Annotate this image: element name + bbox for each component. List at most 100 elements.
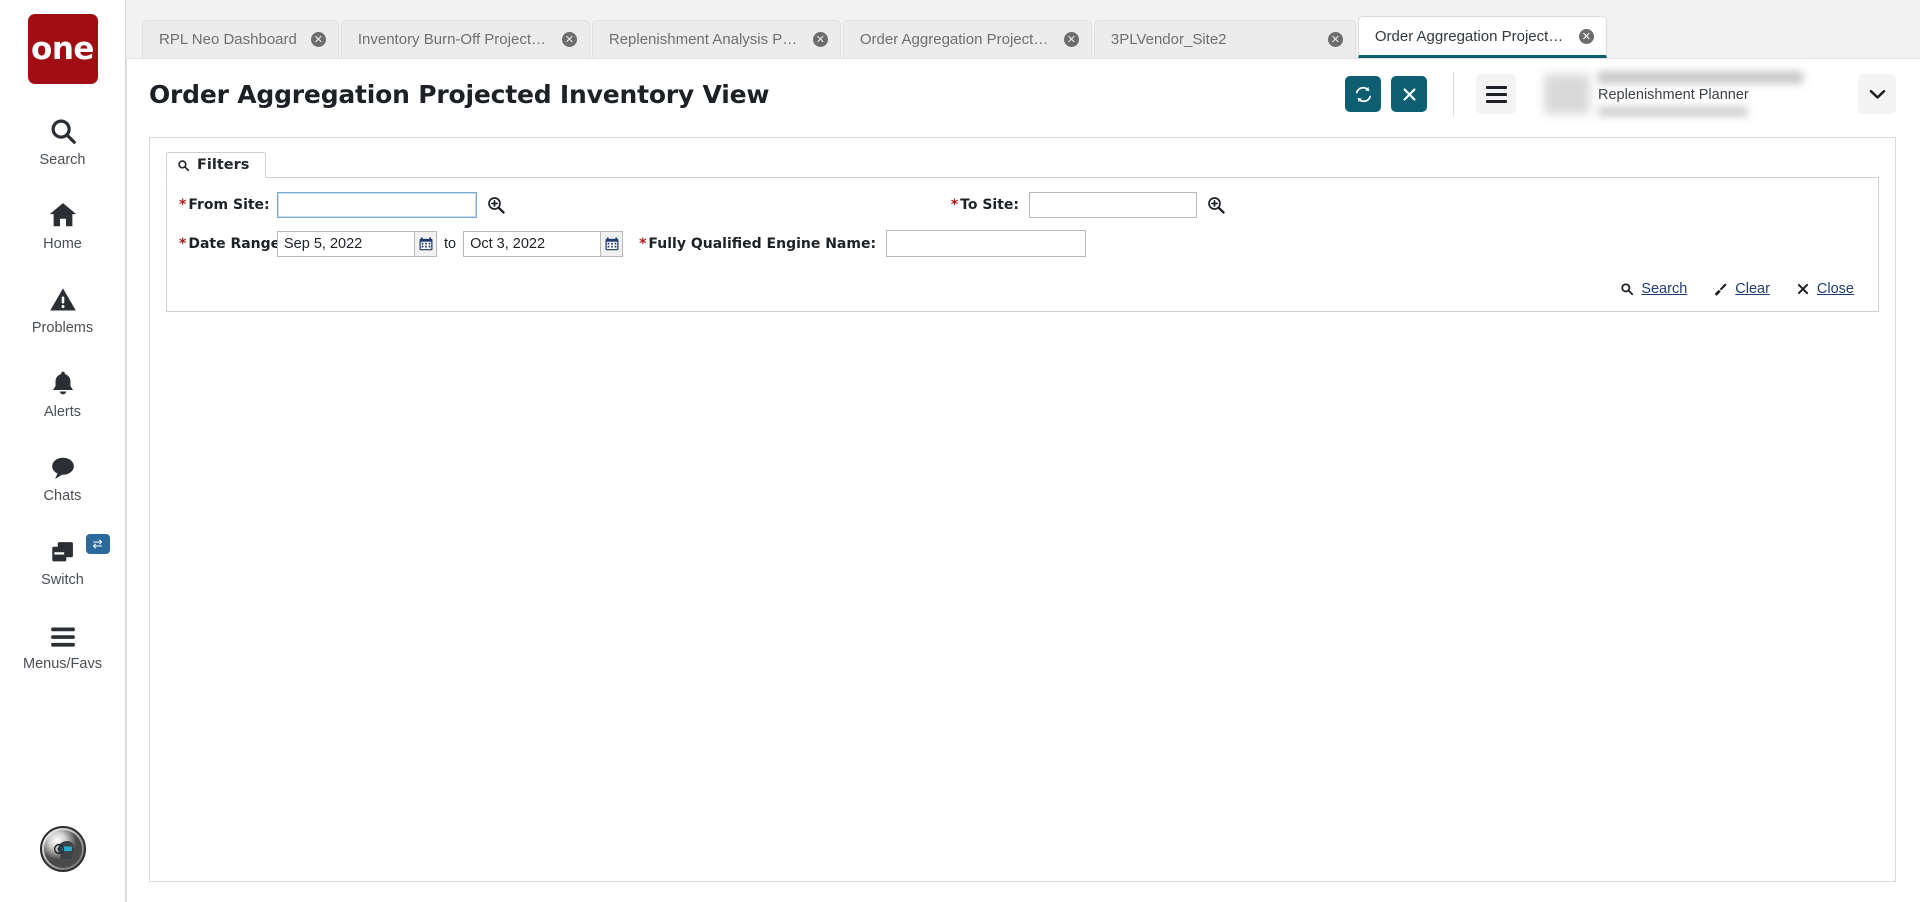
date-range-from-calendar-icon[interactable] xyxy=(414,230,437,257)
clear-brush-icon xyxy=(1713,282,1728,297)
tab-label: Inventory Burn-Off Projected Inv... xyxy=(357,31,548,48)
close-icon xyxy=(1401,86,1418,103)
search-icon xyxy=(177,159,190,172)
date-range-to-input[interactable] xyxy=(463,230,602,257)
user-role: Replenishment Planner xyxy=(1598,87,1749,103)
required-marker: * xyxy=(950,197,959,213)
home-icon xyxy=(47,196,79,230)
switch-badge[interactable]: ⇄ xyxy=(85,534,110,554)
ai-assistant-avatar[interactable] xyxy=(39,826,86,872)
filters-row-2: * Date Range: Sep 5, 2022 to Oct 3, 2022… xyxy=(179,230,1866,257)
filters-tab-row: Filters xyxy=(166,152,1879,178)
one-network-logo[interactable]: one xyxy=(27,14,98,84)
refresh-button[interactable] xyxy=(1345,76,1381,112)
to-site-label: * To Site: xyxy=(950,197,1019,213)
tab-label: RPL Neo Dashboard xyxy=(159,31,297,48)
sidebar-item-label: Switch xyxy=(41,572,84,588)
filters-body: * From Site: * To Site: * Date Range: Se… xyxy=(166,178,1879,312)
sidebar-item-label: Problems xyxy=(31,320,94,336)
to-site-picker-icon[interactable] xyxy=(1205,195,1226,216)
search-link-label: Search xyxy=(1641,281,1688,297)
tab-order-aggregation-1[interactable]: Order Aggregation Projected Inv... ✕ xyxy=(842,20,1092,58)
close-link-label: Close xyxy=(1816,281,1854,297)
from-site-picker-icon[interactable] xyxy=(485,195,506,216)
tab-close-icon[interactable]: ✕ xyxy=(1063,32,1079,47)
tab-label: Order Aggregation Projected Inv... xyxy=(859,31,1050,48)
tab-filters-label: Filters xyxy=(197,157,250,173)
tab-close-icon[interactable]: ✕ xyxy=(812,32,828,47)
avatar xyxy=(1544,74,1590,114)
sidebar-item-label: Menus/Favs xyxy=(23,656,102,672)
close-view-button[interactable] xyxy=(1391,76,1427,112)
required-marker: * xyxy=(179,235,187,252)
filters-actions: Search Clear Close xyxy=(179,269,1866,301)
from-site-input[interactable] xyxy=(277,192,477,218)
chevron-down-icon xyxy=(1869,89,1886,100)
chat-bubble-icon xyxy=(48,448,78,482)
tab-close-icon[interactable]: ✕ xyxy=(1578,28,1594,44)
sidebar-item-search[interactable]: Search xyxy=(0,112,126,168)
left-sidebar: one Search Home Problems Alerts Chats ⇄ … xyxy=(0,0,126,902)
filters-region: Filters * From Site: * To Site: * Date R… xyxy=(127,129,1920,902)
date-range-to-calendar-icon[interactable] xyxy=(600,230,624,257)
to-site-input[interactable] xyxy=(1029,192,1197,218)
page-title: Order Aggregation Projected Inventory Vi… xyxy=(149,79,770,109)
sidebar-item-home[interactable]: Home xyxy=(0,196,126,252)
logo-text: one xyxy=(31,31,94,67)
tab-close-icon[interactable]: ✕ xyxy=(561,32,577,47)
hamburger-icon xyxy=(1485,92,1507,96)
filters-row-1: * From Site: * To Site: xyxy=(179,192,1866,218)
page-content-card: Order Aggregation Projected Inventory Vi… xyxy=(126,58,1920,902)
tab-label: Replenishment Analysis Projecte... xyxy=(608,31,799,48)
tab-3plvendor-site2[interactable]: 3PLVendor_Site2 ✕ xyxy=(1093,20,1356,58)
user-profile-block[interactable]: Replenishment Planner xyxy=(1544,71,1896,117)
search-icon xyxy=(48,112,78,146)
sidebar-item-menus-favs[interactable]: Menus/Favs xyxy=(0,616,126,672)
header-menu-button[interactable] xyxy=(1476,74,1516,114)
sidebar-item-label: Chats xyxy=(43,488,82,504)
tab-label: 3PLVendor_Site2 xyxy=(1110,31,1227,48)
header-divider xyxy=(1453,72,1454,116)
sidebar-item-problems[interactable]: Problems xyxy=(0,280,126,336)
user-org-redacted xyxy=(1598,106,1748,117)
tab-close-icon[interactable]: ✕ xyxy=(310,32,326,47)
switch-windows-icon xyxy=(48,532,78,566)
close-link[interactable]: Close xyxy=(1796,281,1854,297)
browser-tab-strip: RPL Neo Dashboard ✕ Inventory Burn-Off P… xyxy=(126,0,1920,58)
sidebar-item-label: Search xyxy=(39,152,86,168)
search-icon xyxy=(1620,282,1634,296)
hamburger-icon xyxy=(48,616,78,650)
sidebar-item-label: Alerts xyxy=(43,404,82,420)
tab-inventory-burn-off[interactable]: Inventory Burn-Off Projected Inv... ✕ xyxy=(340,20,590,58)
tab-order-aggregation-active[interactable]: Order Aggregation Projected Inv... ✕ xyxy=(1357,16,1607,58)
refresh-icon xyxy=(1354,85,1373,104)
sidebar-item-label: Home xyxy=(43,236,82,252)
tab-replenishment-analysis[interactable]: Replenishment Analysis Projecte... ✕ xyxy=(591,20,841,58)
warning-triangle-icon xyxy=(48,280,78,314)
page-header: Order Aggregation Projected Inventory Vi… xyxy=(127,59,1920,129)
clear-link[interactable]: Clear xyxy=(1713,281,1770,297)
sidebar-item-switch[interactable]: ⇄ Switch xyxy=(0,532,126,588)
tab-rpl-neo-dashboard[interactable]: RPL Neo Dashboard ✕ xyxy=(142,20,339,58)
sidebar-item-alerts[interactable]: Alerts xyxy=(0,364,126,420)
user-menu-toggle[interactable] xyxy=(1858,74,1896,114)
from-site-label: * From Site: xyxy=(179,197,270,213)
tab-filters[interactable]: Filters xyxy=(166,152,267,178)
engine-name-input[interactable] xyxy=(886,230,1087,257)
date-range-from-input[interactable] xyxy=(277,230,415,257)
clear-link-label: Clear xyxy=(1735,281,1770,297)
date-range-label: * Date Range: xyxy=(179,235,286,252)
engine-name-label: * Fully Qualified Engine Name: xyxy=(639,235,877,252)
filters-outer-panel: Filters * From Site: * To Site: * Date R… xyxy=(149,137,1896,882)
bell-icon xyxy=(49,364,77,398)
application-window: one Search Home Problems Alerts Chats ⇄ … xyxy=(0,0,1920,902)
tab-label: Order Aggregation Projected Inv... xyxy=(1374,27,1565,45)
search-link[interactable]: Search xyxy=(1620,281,1687,297)
tab-close-icon[interactable]: ✕ xyxy=(1327,32,1343,47)
close-x-icon xyxy=(1796,282,1810,296)
sidebar-item-chats[interactable]: Chats xyxy=(0,448,126,504)
hamburger-icon xyxy=(1485,99,1507,103)
hamburger-icon xyxy=(1485,85,1507,89)
required-marker: * xyxy=(639,235,647,252)
main-region: RPL Neo Dashboard ✕ Inventory Burn-Off P… xyxy=(126,0,1920,902)
